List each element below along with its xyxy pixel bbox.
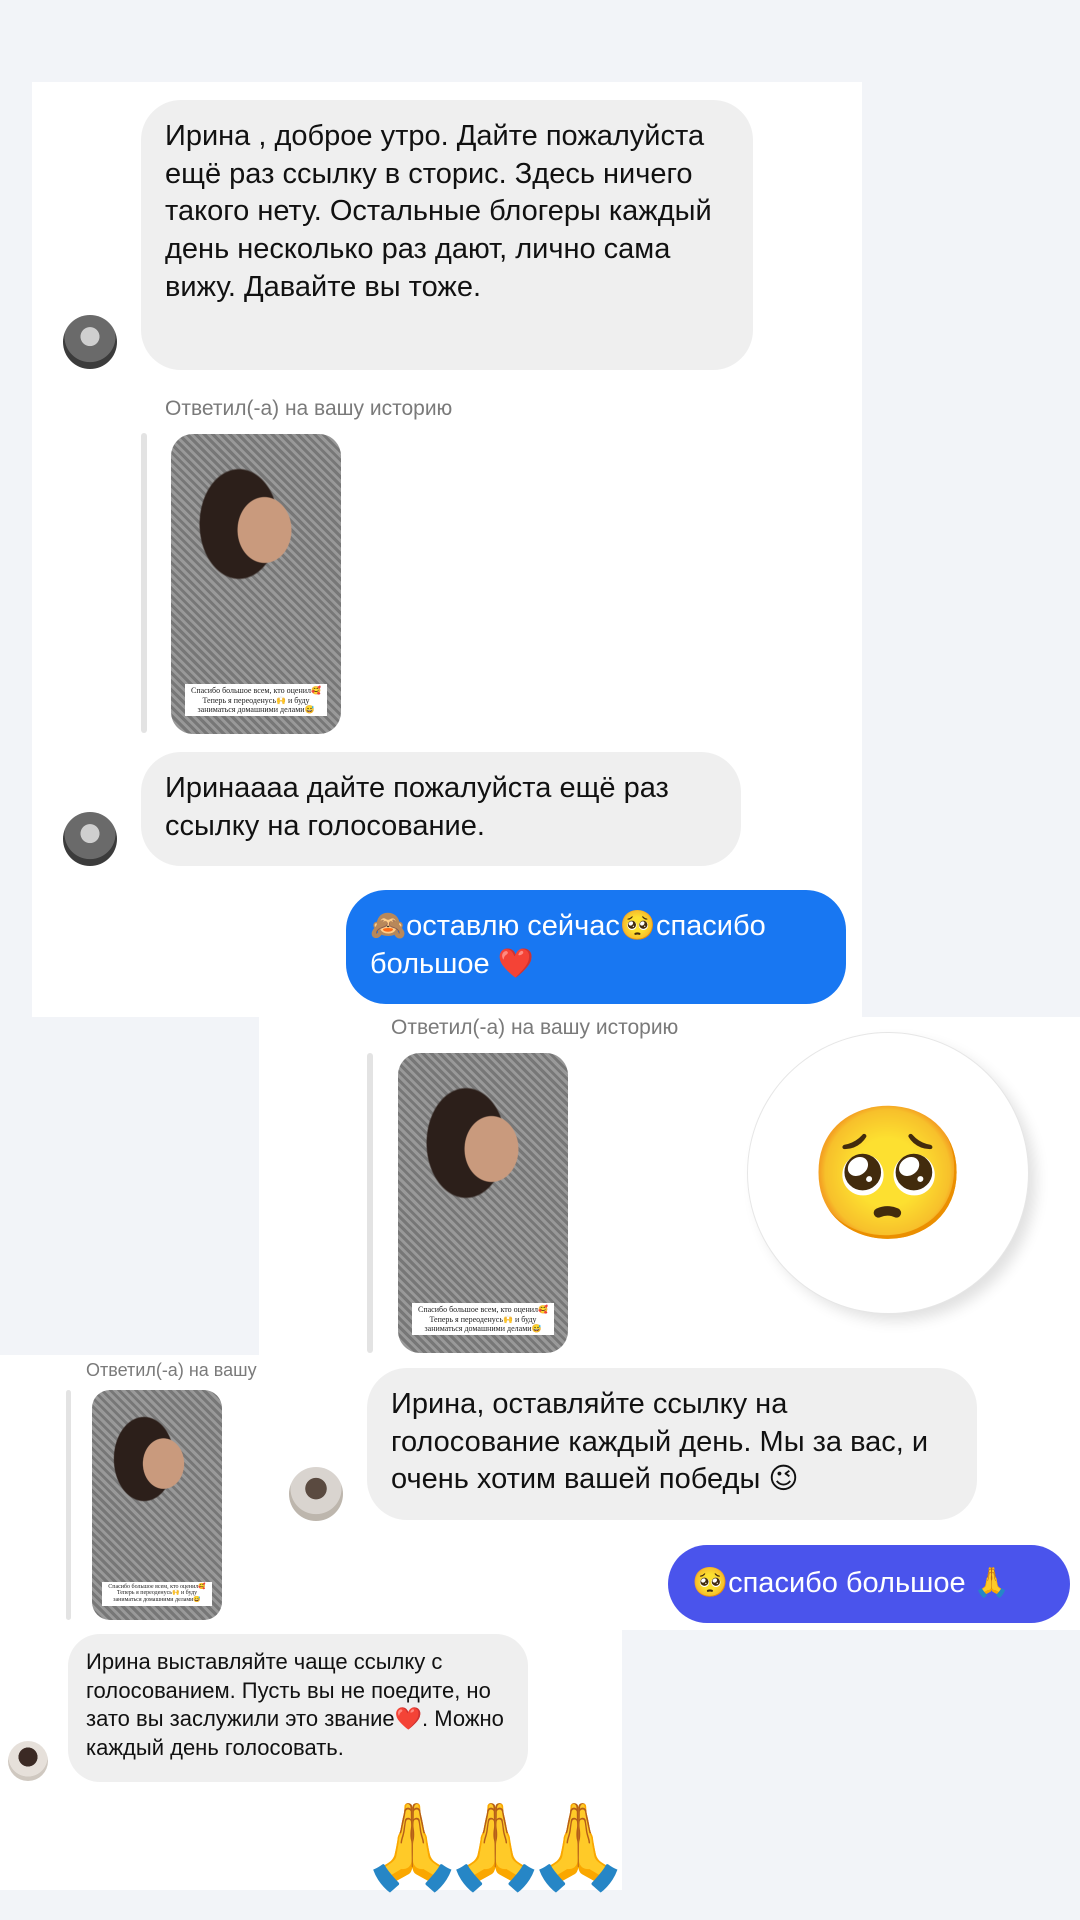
sender-avatar[interactable] (289, 1467, 343, 1521)
story-reply-label: Ответил(-а) на вашу историю (165, 397, 453, 420)
emoji-reaction-sticker[interactable]: 🥺 (748, 1033, 1028, 1313)
message-text: 🥺спасибо большое 🙏 (692, 1567, 1010, 1600)
story-thumbnail[interactable]: Спасибо большое всем, кто оценил🥰 Теперь… (398, 1053, 568, 1353)
incoming-message-bubble[interactable]: Ирина, оставляйте ссылку на голосование … (367, 1368, 977, 1520)
story-thumbnail[interactable]: Спасибо большое всем, кто оценил🥰 Теперь… (92, 1390, 222, 1620)
message-text: Ирина, оставляйте ссылку на голосование … (391, 1388, 929, 1496)
pleading-face-emoji: 🥺 (807, 1100, 969, 1246)
message-text: Иринаааа дайте пожалуйста ещё раз ссылку… (165, 772, 669, 842)
story-caption: Спасибо большое всем, кто оценил🥰 Теперь… (411, 1303, 555, 1335)
story-caption: Спасибо большое всем, кто оценил🥰 Теперь… (102, 1581, 212, 1607)
pray-emoji: 🙏 (526, 1799, 631, 1893)
message-text: 🙈оставлю сейчас🥺спасибо большое ❤️ (370, 910, 766, 980)
outgoing-message-bubble[interactable]: 🥺спасибо большое 🙏 (668, 1545, 1070, 1623)
incoming-message-bubble[interactable]: Ирина выставляйте чаще ссылку с голосова… (68, 1634, 528, 1782)
story-thumbnail[interactable]: Спасибо большое всем, кто оценил🥰 Теперь… (171, 434, 341, 734)
sender-avatar[interactable] (8, 1741, 48, 1781)
incoming-message-bubble[interactable]: Ирина , доброе утро. Дайте пожалуйста ещ… (141, 100, 753, 370)
outgoing-message-bubble[interactable]: 🙈оставлю сейчас🥺спасибо большое ❤️ (346, 890, 846, 1004)
story-caption: Спасибо большое всем, кто оценил🥰 Теперь… (184, 684, 328, 716)
story-reply-label: Ответил(-а) на вашу историю (86, 1360, 259, 1380)
reply-quote-bar (367, 1053, 373, 1353)
message-text: Ирина , доброе утро. Дайте пожалуйста ещ… (165, 120, 712, 303)
reply-quote-bar (66, 1390, 71, 1620)
message-text: Ирина выставляйте чаще ссылку с голосова… (86, 1649, 504, 1760)
incoming-message-bubble[interactable]: Иринаааа дайте пожалуйста ещё раз ссылку… (141, 752, 741, 866)
sender-avatar[interactable] (63, 812, 117, 866)
story-reply-label: Ответил(-а) на вашу историю (391, 1016, 679, 1039)
reply-quote-bar (141, 433, 147, 733)
sender-avatar[interactable] (63, 315, 117, 369)
